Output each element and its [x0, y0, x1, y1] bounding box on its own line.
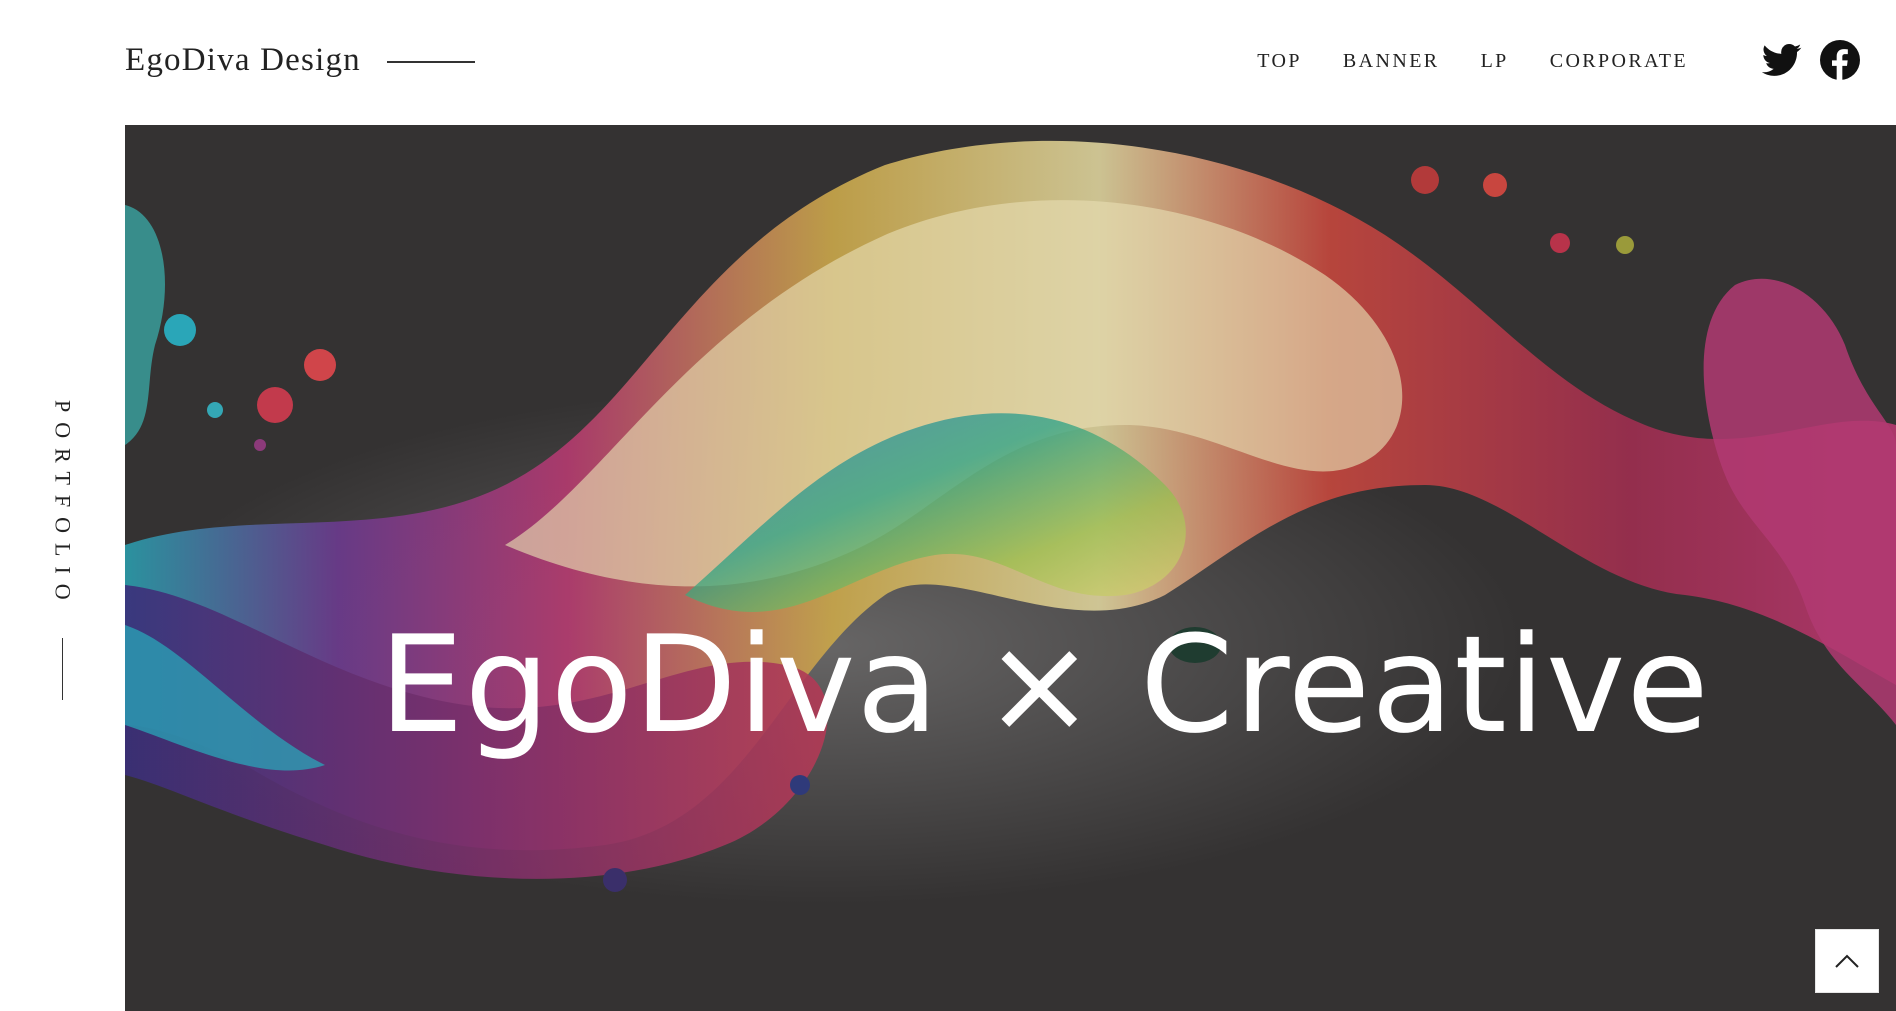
side-section-label: PORTFOLIO	[0, 400, 125, 700]
facebook-icon	[1820, 40, 1860, 80]
brand-logo-link[interactable]: EgoDiva Design	[125, 38, 475, 82]
hero-title: EgoDiva × Creative	[379, 607, 1710, 763]
site-header: EgoDiva Design TOP BANNER LP CORPORATE	[0, 0, 1896, 125]
back-to-top-button[interactable]	[1815, 929, 1879, 993]
twitter-link[interactable]	[1762, 40, 1802, 80]
nav-item-top[interactable]: TOP	[1257, 48, 1302, 74]
hero-banner: EgoDiva × Creative	[125, 125, 1896, 1011]
main-nav: TOP BANNER LP CORPORATE	[1257, 48, 1688, 74]
facebook-link[interactable]	[1820, 40, 1860, 80]
nav-item-banner[interactable]: BANNER	[1343, 48, 1440, 74]
social-links	[1762, 40, 1860, 80]
nav-item-lp[interactable]: LP	[1481, 48, 1509, 74]
paint-splash-artwork	[125, 140, 1896, 905]
twitter-icon	[1762, 43, 1802, 76]
portfolio-vertical-label: PORTFOLIO	[50, 400, 76, 610]
chevron-up-icon	[1835, 954, 1859, 968]
brand-divider-line	[386, 61, 475, 63]
side-divider-line	[61, 637, 64, 700]
brand-name: EgoDiva Design	[125, 42, 361, 78]
nav-item-corporate[interactable]: CORPORATE	[1550, 48, 1688, 74]
